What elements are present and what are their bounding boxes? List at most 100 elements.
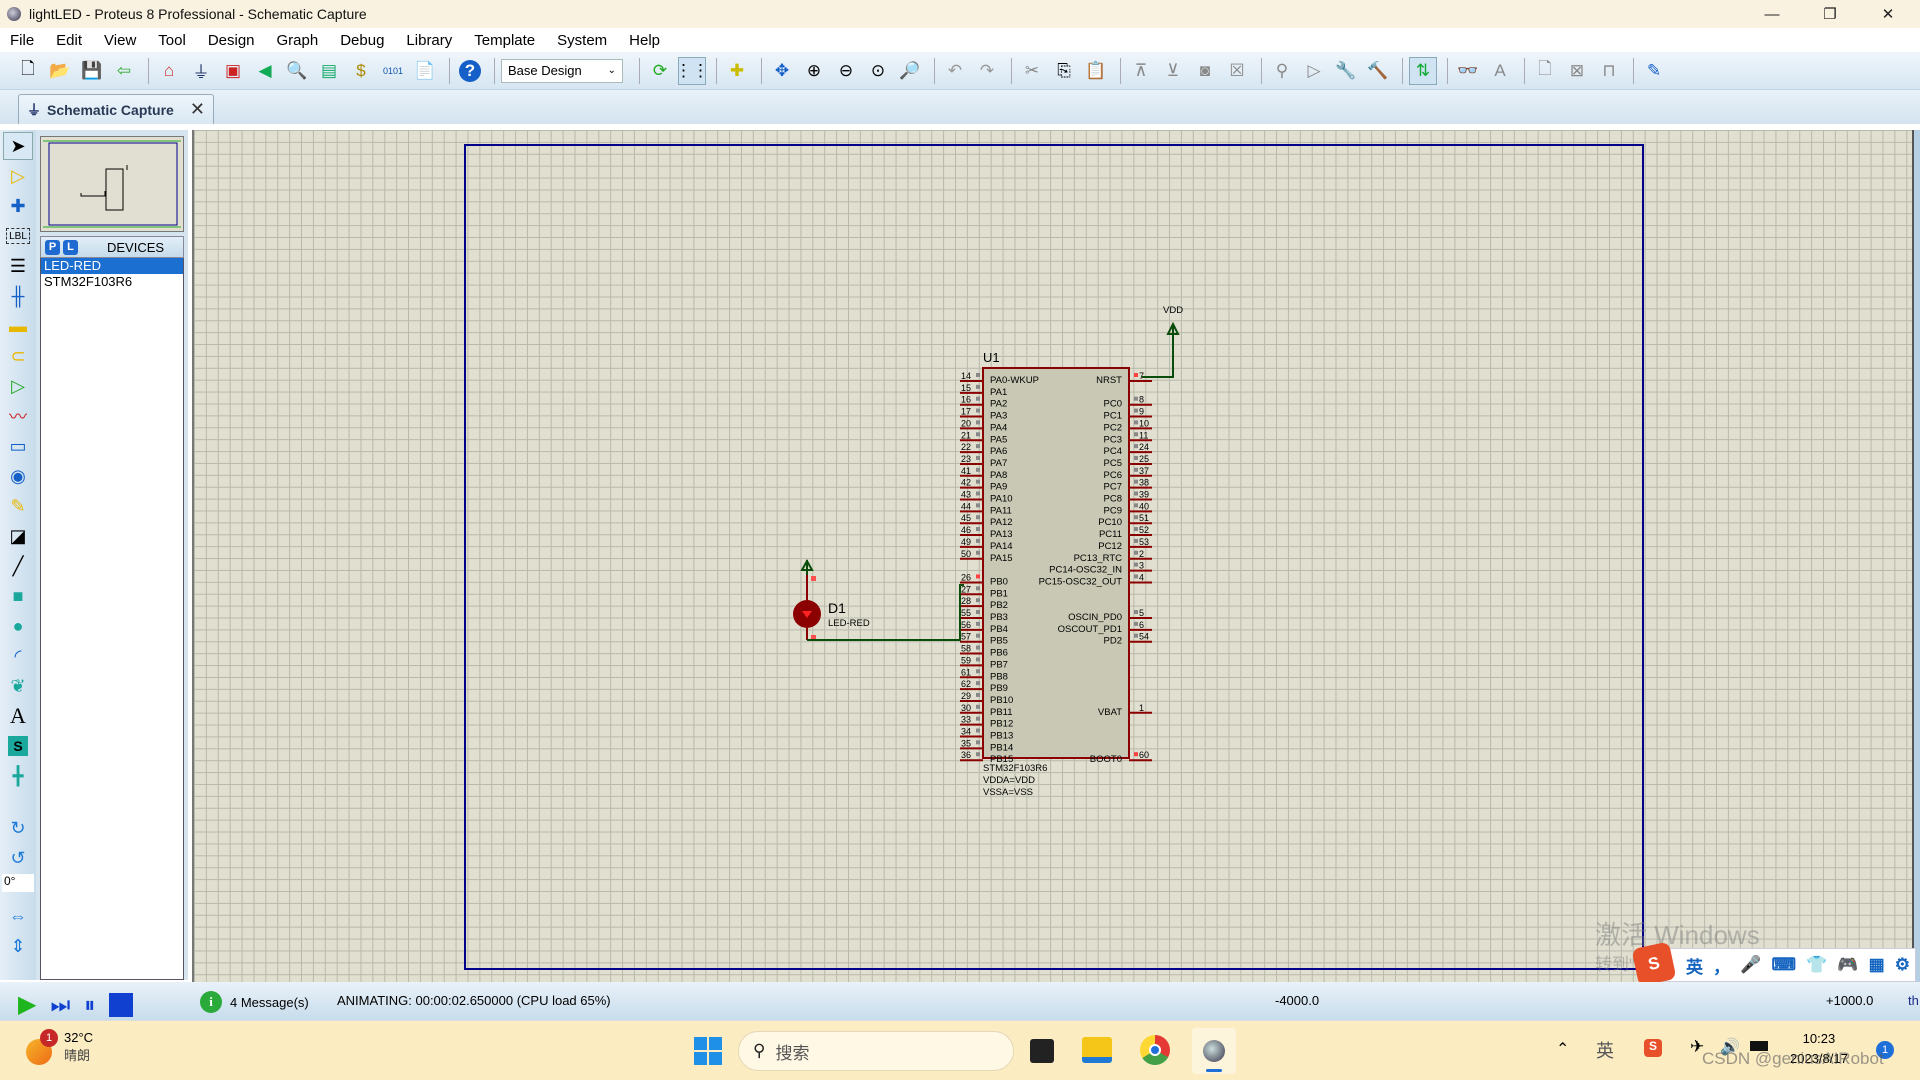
tray-ime[interactable]: 英	[1596, 1037, 1614, 1063]
block-copy-icon[interactable]: ⊼	[1127, 57, 1155, 85]
path-2d-icon[interactable]: ❦	[3, 672, 33, 700]
make-device-icon[interactable]: ▷	[1300, 57, 1328, 85]
ime-settings-icon[interactable]: ⚙	[1895, 955, 1910, 975]
zoom-all-icon[interactable]: ⊙	[864, 57, 892, 85]
pan-icon[interactable]: ✥	[768, 57, 796, 85]
search-icon[interactable]: 👓	[1454, 57, 1482, 85]
device-item[interactable]: LED-RED	[41, 258, 183, 274]
close-button[interactable]: ✕	[1859, 0, 1917, 28]
overview-window[interactable]	[40, 136, 184, 232]
file-explorer-icon[interactable]	[1082, 1037, 1112, 1063]
schematic-icon[interactable]: ⏚	[187, 57, 215, 85]
zoom-area-icon[interactable]: 🔎	[896, 57, 924, 85]
units-label[interactable]: th	[1908, 993, 1919, 1008]
goto-sheet-icon[interactable]: ⊓	[1595, 57, 1623, 85]
library-manager-button[interactable]: L	[63, 239, 78, 255]
decompose-icon[interactable]: 🔨	[1364, 57, 1392, 85]
schematic-canvas[interactable]: U1 14 PA0-WKUP 15 PA1 16 PA2 17 PA3 20 PA4 21 PA5 22…	[192, 130, 1914, 982]
box-2d-icon[interactable]: ■	[3, 582, 33, 610]
mirror-horizontal-icon[interactable]: ⇔	[3, 902, 33, 930]
ime-apps-icon[interactable]: ▦	[1869, 955, 1885, 975]
rotate-anticlockwise-icon[interactable]: ↺	[3, 844, 33, 872]
dollar-icon[interactable]: $	[347, 57, 375, 85]
arc-2d-icon[interactable]: ◜	[3, 642, 33, 670]
new-file-icon[interactable]: 🗋	[14, 57, 42, 85]
remove-sheet-icon[interactable]: ⊠	[1563, 57, 1591, 85]
help-icon[interactable]: ?	[456, 57, 484, 85]
redo-icon[interactable]: ↷	[973, 57, 1001, 85]
menu-edit[interactable]: Edit	[52, 32, 82, 49]
close-tab-icon[interactable]: ✕	[190, 99, 205, 120]
symbol-2d-icon[interactable]: S	[8, 736, 28, 756]
wire-label-icon[interactable]: LBL	[6, 228, 30, 244]
home-icon[interactable]: ⌂	[155, 57, 183, 85]
3d-icon[interactable]: ◀	[251, 57, 279, 85]
voltage-probe-icon[interactable]: ✎	[3, 492, 33, 520]
menu-view[interactable]: View	[100, 32, 136, 49]
packaging-tool-icon[interactable]: 🔧	[1332, 57, 1360, 85]
virtual-instruments-icon[interactable]: ◪	[3, 522, 33, 550]
save-icon[interactable]: 💾	[78, 57, 106, 85]
task-view-icon[interactable]	[1030, 1039, 1054, 1063]
menu-template[interactable]: Template	[470, 32, 535, 49]
ime-punct-button[interactable]: ，	[1713, 953, 1730, 978]
ime-voice-icon[interactable]: 🎤	[1740, 955, 1761, 975]
gerber-icon[interactable]: 🔍	[283, 57, 311, 85]
selection-mode-icon[interactable]: ➤	[3, 132, 33, 160]
ime-skin-icon[interactable]: 👕	[1806, 955, 1827, 975]
tray-sogou-icon[interactable]: S	[1644, 1039, 1662, 1057]
junction-dot-icon[interactable]: ✚	[3, 192, 33, 220]
pick-devices-button[interactable]: P	[45, 239, 60, 255]
chrome-icon[interactable]	[1140, 1035, 1170, 1065]
mirror-vertical-icon[interactable]: ⇕	[3, 932, 33, 960]
marker-2d-icon[interactable]: ╋	[3, 762, 33, 790]
menu-design[interactable]: Design	[204, 32, 255, 49]
cut-icon[interactable]: ✂	[1018, 57, 1046, 85]
graph-mode-icon[interactable]: 〰	[3, 402, 33, 430]
menu-graph[interactable]: Graph	[273, 32, 319, 49]
messages-indicator[interactable]: i 4 Message(s)	[200, 991, 309, 1013]
pcb-icon[interactable]: ▣	[219, 57, 247, 85]
menu-debug[interactable]: Debug	[336, 32, 384, 49]
paste-icon[interactable]: 📋	[1082, 57, 1110, 85]
ime-keyboard-icon[interactable]: ⌨	[1771, 955, 1796, 975]
device-pins-icon[interactable]: ▷	[3, 372, 33, 400]
tray-overflow-icon[interactable]: ⌃	[1556, 1039, 1569, 1059]
minimize-button[interactable]: —	[1743, 0, 1801, 28]
text-script-icon[interactable]: ☰	[3, 252, 33, 280]
tape-recorder-icon[interactable]: ▭	[3, 432, 33, 460]
open-file-icon[interactable]: 📂	[46, 57, 74, 85]
new-sheet-icon[interactable]: 🗋	[1531, 57, 1559, 85]
pick-device-icon[interactable]: ⚲	[1268, 57, 1296, 85]
rotate-clockwise-icon[interactable]: ↻	[3, 814, 33, 842]
rotation-angle-field[interactable]: 0°	[2, 874, 34, 892]
property-assign-icon[interactable]: A	[1486, 57, 1514, 85]
stop-button[interactable]	[109, 992, 134, 1017]
block-rotate-icon[interactable]: ◙	[1191, 57, 1219, 85]
restore-button[interactable]: ❐	[1801, 0, 1859, 28]
weather-widget[interactable]: 1 32°C 晴朗	[26, 1029, 93, 1065]
grid-icon[interactable]: ⋮⋮	[675, 56, 709, 85]
ime-lang-button[interactable]: 英	[1686, 953, 1703, 978]
menu-file[interactable]: File	[6, 32, 34, 49]
step-button[interactable]: ⏭	[50, 992, 70, 1018]
origin-icon[interactable]: ✚	[723, 57, 751, 85]
line-2d-icon[interactable]: ╱	[3, 552, 33, 580]
play-button[interactable]: ▶	[18, 990, 36, 1019]
taskbar-search[interactable]: ⚲ 搜索	[738, 1031, 1014, 1071]
block-move-icon[interactable]: ⊻	[1159, 57, 1187, 85]
subcircuit-icon[interactable]: ▬	[3, 312, 33, 340]
circle-2d-icon[interactable]: ●	[3, 612, 33, 640]
netlist-icon[interactable]: ✎	[1640, 57, 1668, 85]
menu-system[interactable]: System	[553, 32, 607, 49]
terminals-icon[interactable]: ⊂	[3, 342, 33, 370]
zoom-in-icon[interactable]: ⊕	[800, 57, 828, 85]
menu-help[interactable]: Help	[625, 32, 660, 49]
menu-library[interactable]: Library	[402, 32, 452, 49]
device-item[interactable]: STM32F103R6	[41, 274, 183, 290]
copy-icon[interactable]: ⎘	[1050, 57, 1078, 85]
component-mode-icon[interactable]: ▷	[3, 162, 33, 190]
text-2d-icon[interactable]: A	[3, 702, 33, 730]
design-variant-select[interactable]: Base Design ⌄	[501, 58, 623, 83]
zoom-out-icon[interactable]: ⊖	[832, 57, 860, 85]
